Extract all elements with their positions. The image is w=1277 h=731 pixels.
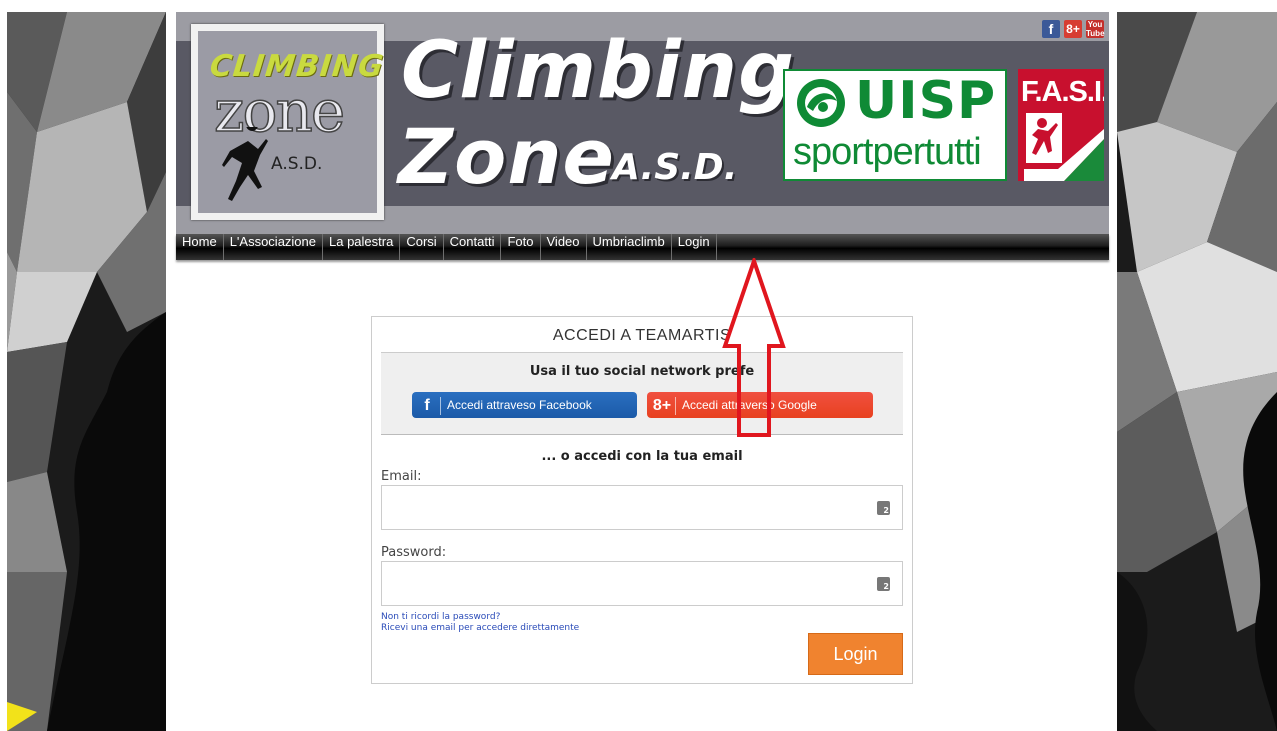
uisp-logo-text: UISP xyxy=(855,71,997,131)
right-background-panel xyxy=(1117,12,1277,731)
nav-item-palestra[interactable]: La palestra xyxy=(323,234,401,260)
login-panel: ACCEDI A TEAMARTIS Usa il tuo social net… xyxy=(371,316,913,684)
social-login-area: Usa il tuo social network prefe f Accedi … xyxy=(381,352,903,435)
logo-panel: CLIMBING zone A.S.D. xyxy=(198,31,386,213)
nav-item-foto[interactable]: Foto xyxy=(501,234,541,260)
password-label: Password: xyxy=(381,545,447,560)
uisp-slogan-text: sportpertutti xyxy=(793,131,982,173)
facebook-icon: f xyxy=(414,396,441,415)
left-background-panel xyxy=(7,12,166,731)
logo-asd-text: A.S.D. xyxy=(271,154,323,174)
climber-icon xyxy=(222,127,268,201)
fasi-climber-icon xyxy=(1024,113,1104,181)
google-plus-icon[interactable]: 8+ xyxy=(1064,20,1082,38)
climber-silhouette-right xyxy=(1117,12,1277,731)
site-title-asd: A.S.D. xyxy=(612,147,738,188)
password-manager-icon[interactable]: 2 xyxy=(877,577,890,591)
uisp-emblem-icon xyxy=(797,79,845,127)
social-login-hint: Usa il tuo social network prefe xyxy=(529,364,755,379)
email-field[interactable] xyxy=(390,487,874,529)
site-title-line2: Zone xyxy=(398,112,615,201)
nav-item-home[interactable]: Home xyxy=(176,234,224,260)
fasi-logo[interactable]: F.A.S.I. xyxy=(1018,69,1104,181)
nav-item-login[interactable]: Login xyxy=(672,234,717,260)
email-login-hint: ... o accedi con la tua email xyxy=(541,449,743,464)
password-field-wrapper: 2 xyxy=(381,561,903,606)
nav-item-corsi[interactable]: Corsi xyxy=(400,234,444,260)
site-logo[interactable]: CLIMBING zone A.S.D. xyxy=(191,24,386,220)
password-manager-icon[interactable]: 2 xyxy=(877,501,890,515)
nav-item-contatti[interactable]: Contatti xyxy=(444,234,502,260)
login-panel-title: ACCEDI A TEAMARTIS xyxy=(552,327,732,344)
facebook-login-button[interactable]: f Accedi attraveso Facebook xyxy=(412,392,637,418)
nav-item-associazione[interactable]: L'Associazione xyxy=(224,234,323,260)
email-label: Email: xyxy=(381,469,422,484)
nav-item-video[interactable]: Video xyxy=(541,234,587,260)
nav-item-umbriaclimb[interactable]: Umbriaclimb xyxy=(587,234,672,260)
youtube-icon[interactable]: You Tube xyxy=(1086,20,1105,38)
email-access-link[interactable]: Ricevi una email per accedere direttamen… xyxy=(381,623,579,633)
red-up-arrow-annotation xyxy=(722,258,786,437)
login-button[interactable]: Login xyxy=(808,633,903,675)
uisp-logo[interactable]: UISP sportpertutti xyxy=(783,69,1007,181)
main-nav: Home L'Associazione La palestra Corsi Co… xyxy=(176,234,1109,260)
facebook-icon[interactable]: f xyxy=(1042,20,1060,38)
forgot-password-link[interactable]: Non ti ricordi la password? xyxy=(381,612,500,622)
facebook-login-label: Accedi attraveso Facebook xyxy=(447,398,592,412)
password-field[interactable] xyxy=(390,563,874,605)
site-header-banner: CLIMBING zone A.S.D. Climbing Zone A.S.D… xyxy=(176,12,1109,234)
social-links: f 8+ You Tube xyxy=(1042,20,1105,38)
site-title-line1: Climbing xyxy=(401,26,795,116)
email-field-wrapper: 2 xyxy=(381,485,903,530)
climber-silhouette-left xyxy=(7,12,166,731)
google-plus-icon: 8+ xyxy=(649,396,676,415)
page-content: CLIMBING zone A.S.D. Climbing Zone A.S.D… xyxy=(166,12,1117,731)
